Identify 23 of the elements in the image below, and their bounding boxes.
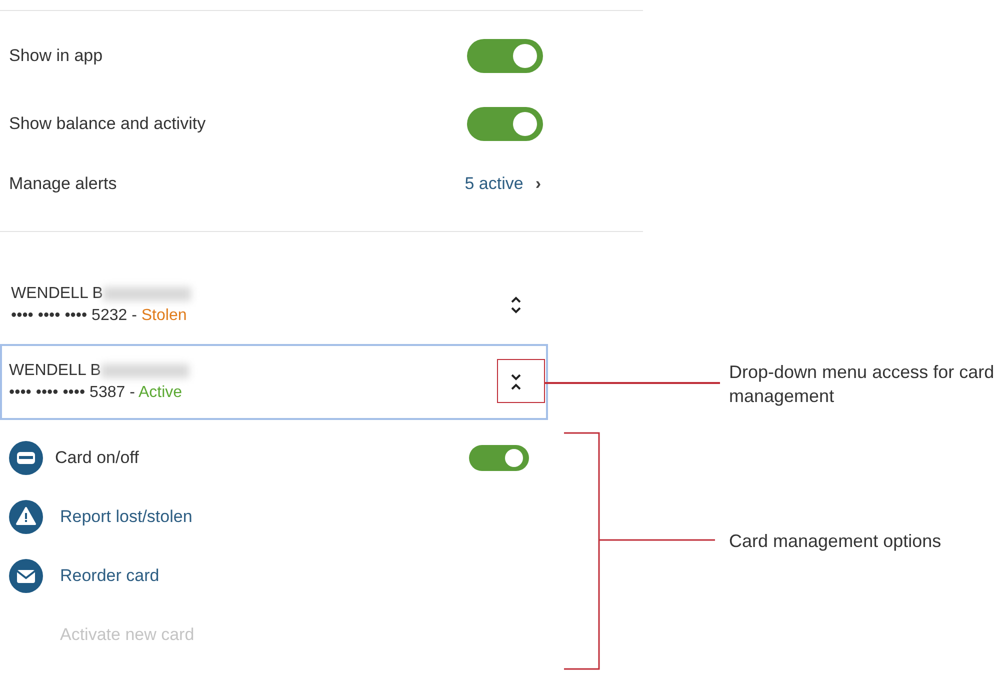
option-link[interactable]: Reorder card [60, 566, 529, 586]
expand-icon[interactable] [510, 296, 522, 314]
toggle-switch[interactable] [469, 444, 529, 470]
card-number: •••• •••• •••• 5232 - Stolen [11, 307, 188, 325]
cardholder-name: WENDELL B [9, 362, 101, 380]
highlight-frame [497, 359, 545, 403]
option-link[interactable]: Report lost/stolen [60, 506, 529, 526]
card-row[interactable]: WENDELL B •••• •••• •••• 5387 - Active [0, 344, 548, 420]
callout-text: Drop-down menu access for card management [729, 361, 995, 408]
option-label: Card on/off [55, 448, 140, 468]
collapse-icon[interactable] [510, 373, 522, 391]
alerts-link[interactable]: 5 active › [464, 174, 541, 194]
credit-card-icon [9, 440, 43, 474]
toggle-switch[interactable] [467, 107, 543, 141]
warning-icon [9, 500, 43, 534]
setting-label: Show in app [9, 46, 103, 66]
toggle-switch[interactable] [467, 39, 543, 73]
cardholder-name: WENDELL B [11, 285, 103, 303]
setting-label: Show balance and activity [9, 114, 206, 134]
envelope-icon [9, 558, 43, 592]
card-number: •••• •••• •••• 5387 - Active [9, 384, 184, 402]
setting-label: Manage alerts [9, 174, 117, 194]
callout-text: Card management options [729, 530, 942, 553]
